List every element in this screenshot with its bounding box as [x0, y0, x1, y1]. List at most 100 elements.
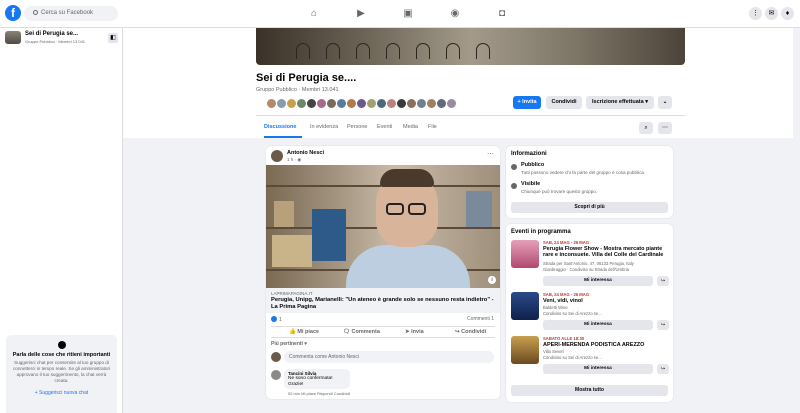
visible-desc: Chiunque può trovare questo gruppo. — [521, 189, 598, 194]
sidebar-group-name[interactable]: Sei di Perugia se... — [25, 31, 78, 37]
event-interested-button[interactable]: Mi interessa — [543, 364, 653, 374]
comment-icon: 🗨 — [343, 329, 350, 335]
learn-more-button[interactable]: Scopri di più — [511, 202, 668, 213]
tab-eventi[interactable]: Eventi — [377, 124, 392, 130]
event-date: SAB, 24 MAG - 26 MAG — [543, 292, 590, 297]
event-organizer: Condiviso su Sei di Arezzo se... — [543, 355, 602, 360]
event-date: SAB, 24 MAG - 26 MAG — [543, 240, 590, 245]
comment-button[interactable]: 🗨 Commenta — [343, 329, 380, 335]
group-meta: Gruppo Pubblico · Membri 13.041 — [256, 87, 339, 93]
cover-photo[interactable] — [256, 28, 685, 65]
tab-discussione[interactable]: Discussione — [264, 124, 296, 130]
comment-input[interactable]: Commenta come Antonio Nesci — [284, 351, 494, 363]
event-place: Villa Severi — [543, 349, 564, 354]
link-source: LAPRIMAPAGINA.IT — [271, 291, 313, 296]
comment-meta[interactable]: 52 min Mi piace Rispondi Condividi — [288, 391, 350, 396]
suggest-chat-box: Parla delle cose che ritieni importanti … — [6, 335, 117, 413]
like-reaction-icon — [271, 316, 277, 322]
header-divider — [256, 115, 685, 116]
invite-button[interactable]: + Invita — [513, 96, 541, 109]
event-image[interactable] — [511, 240, 539, 268]
more-options-button[interactable]: ⌄ — [658, 96, 672, 109]
notifications-icon[interactable]: ♦ — [781, 7, 794, 20]
tab-persone[interactable]: Persone — [347, 124, 368, 130]
show-all-events-button[interactable]: Mostra tutto — [511, 385, 668, 396]
event-place: Baldetti Wine — [543, 305, 568, 310]
search-icon — [33, 10, 38, 15]
public-title: Pubblico — [521, 162, 545, 168]
event-title[interactable]: Perugia Flower Show - Mostra mercato pia… — [543, 246, 668, 258]
search-input[interactable]: Cerca su Facebook — [24, 6, 118, 21]
gaming-icon[interactable]: ◘ — [494, 6, 510, 22]
events-card: Eventi in programma SAB, 24 MAG - 26 MAG… — [506, 224, 673, 402]
info-card: Informazioni Pubblico Tutti possono vede… — [506, 146, 673, 218]
top-navigation-bar: f Cerca su Facebook ⌂ ▶ ▣ ◉ ◘ ⋮ ✉ ♦ — [0, 0, 800, 28]
post-timestamp[interactable]: 1 h · ◉ — [287, 157, 301, 163]
home-icon[interactable]: ⌂ — [306, 6, 322, 22]
post-options-icon[interactable]: ⋯ — [487, 150, 494, 158]
event-share-icon[interactable]: ↪ — [657, 320, 669, 330]
video-icon[interactable]: ▶ — [353, 6, 369, 22]
send-icon: ➤ — [405, 329, 410, 335]
joined-button[interactable]: Iscrizione effettuata ▾ — [586, 96, 654, 109]
info-icon[interactable]: i — [488, 276, 496, 284]
event-organizer: Condiviso su Sei di Arezzo se... — [543, 311, 602, 316]
menu-grid-icon[interactable]: ⋮ — [749, 7, 762, 20]
page-scrollbar[interactable] — [793, 28, 800, 413]
messenger-icon[interactable]: ✉ — [765, 7, 778, 20]
comment-bubble: Tancini Silvia Ne sono confermata! Grazi… — [284, 369, 350, 389]
share-button[interactable]: Condividi — [546, 96, 582, 109]
comment-count[interactable]: Commenti 1 — [467, 316, 494, 322]
event-title[interactable]: APERI-MERENDA PODISTICA AREZZO — [543, 342, 668, 348]
post-link-image[interactable]: i — [266, 165, 500, 288]
reaction-count[interactable]: 1 — [271, 316, 282, 323]
event-organizer: Gianbraggio · Condiviso su Strada dell'U… — [543, 267, 629, 272]
like-button[interactable]: 👍 Mi piace — [289, 329, 319, 335]
event-interested-button[interactable]: Mi interessa — [543, 276, 653, 286]
group-more-icon[interactable]: ⋯ — [658, 122, 672, 134]
tab-in-evidenza[interactable]: In evidenza — [310, 124, 338, 130]
group-search-icon[interactable]: ⌕ — [639, 122, 653, 134]
sidebar-toggle-icon[interactable]: ◧ — [108, 33, 118, 43]
event-share-icon[interactable]: ↪ — [657, 276, 669, 286]
globe-icon — [511, 164, 517, 170]
marketplace-icon[interactable]: ▣ — [400, 6, 416, 22]
tab-file[interactable]: File — [428, 124, 437, 130]
post-action-bar: 👍 Mi piace 🗨 Commenta ➤ Invia ↪ Condivid… — [271, 326, 495, 338]
send-label: Invia — [411, 329, 424, 335]
groups-icon[interactable]: ◉ — [447, 6, 463, 22]
facebook-logo-icon[interactable]: f — [5, 5, 21, 21]
event-share-icon[interactable]: ↪ — [657, 364, 669, 374]
group-thumbnail[interactable] — [5, 31, 21, 44]
comment-filter[interactable]: Più pertinenti ▾ — [271, 341, 307, 347]
search-placeholder: Cerca su Facebook — [41, 10, 94, 16]
thumb-up-icon: 👍 — [289, 329, 296, 335]
commenter-avatar — [271, 352, 281, 362]
share-post-button[interactable]: ↪ Condividi — [455, 329, 486, 335]
active-tab-indicator — [264, 136, 302, 138]
sidebar-group-meta: Gruppo Pubblico · Membri 13.041 — [25, 39, 86, 44]
link-title[interactable]: Perugia, Unipg, Marianelli: "Un ateneo è… — [271, 297, 495, 311]
event-image[interactable] — [511, 292, 539, 320]
left-sidebar: Sei di Perugia se... Gruppo Pubblico · M… — [0, 28, 123, 413]
events-card-title: Eventi in programma — [511, 229, 571, 235]
post-author-avatar[interactable] — [271, 150, 283, 162]
event-image[interactable] — [511, 336, 539, 364]
public-desc: Tutti possono vedere chi fa parte del gr… — [521, 170, 646, 175]
group-title: Sei di Perugia se.... — [256, 72, 357, 84]
feed-post: Antonio Nesci 1 h · ◉ ⋯ i LAPRIMAPAGINA.… — [266, 146, 500, 399]
comment-author-avatar[interactable] — [271, 370, 281, 380]
share-label: Condividi — [461, 329, 487, 335]
suggest-chat-title: Parla delle cose che ritieni importanti — [12, 352, 111, 358]
like-label: Mi piace — [297, 329, 320, 335]
group-header: Sei di Perugia se.... Gruppo Pubblico · … — [123, 28, 800, 138]
share-icon: ↪ — [455, 329, 460, 335]
post-author-name[interactable]: Antonio Nesci — [287, 150, 324, 156]
tab-media[interactable]: Media — [403, 124, 418, 130]
chat-bubble-icon — [57, 341, 66, 349]
suggest-chat-link[interactable]: + Suggerisci nuova chat — [12, 390, 111, 396]
event-interested-button[interactable]: Mi interessa — [543, 320, 653, 330]
event-title[interactable]: Veni, vidi, vinol — [543, 298, 668, 304]
suggest-chat-desc: Suggerisci chat per consentire al tuo gr… — [12, 360, 111, 383]
send-button[interactable]: ➤ Invia — [405, 329, 424, 335]
